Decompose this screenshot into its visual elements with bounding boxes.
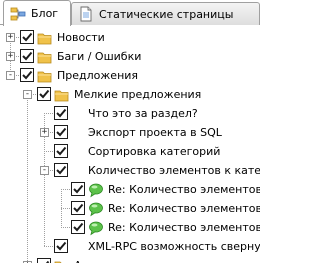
node-checkbox[interactable] [71, 182, 85, 196]
checkmark-icon [73, 222, 84, 232]
tree-node-label[interactable]: Re: Количество элементов [108, 220, 260, 235]
tree-node[interactable]: - Мелкие предложения [0, 85, 260, 104]
tree-node[interactable]: - Количество элементов к катег [0, 161, 260, 180]
checkmark-icon [73, 184, 84, 194]
tree-node-label[interactable]: Re: Количество элементов [108, 182, 260, 197]
checkmark-icon [22, 70, 33, 80]
tree-node[interactable]: Re: Количество элементов [0, 199, 260, 218]
node-checkbox[interactable] [20, 68, 34, 82]
tab-static-pages[interactable]: Статические страницы [71, 2, 260, 25]
comment-bubble-icon [88, 201, 104, 217]
node-checkbox[interactable] [37, 87, 51, 101]
folder-icon [54, 258, 70, 263]
tree-node-label[interactable]: Предложения [57, 68, 138, 83]
checkmark-icon [56, 127, 67, 137]
node-checkbox[interactable] [54, 163, 68, 177]
node-checkbox[interactable] [71, 220, 85, 234]
folder-icon [37, 30, 53, 46]
node-checkbox[interactable] [20, 30, 34, 44]
expand-plus-icon[interactable]: + [6, 33, 15, 42]
tree-node-label[interactable]: Экспорт проекта в SQL [88, 125, 222, 140]
tree-node[interactable]: Re: Количество элементов [0, 180, 260, 199]
tree-node[interactable]: Что это за раздел? [0, 104, 260, 123]
tree-node-label[interactable]: XML-RPC возможность свернут [88, 239, 260, 254]
tree-node-label[interactable]: Архив [74, 258, 109, 263]
checkmark-icon [73, 203, 84, 213]
tab-static-pages-label: Статические страницы [99, 7, 234, 21]
node-checkbox[interactable] [54, 239, 68, 253]
tab-blog[interactable]: Блог [3, 0, 71, 26]
folder-icon [37, 49, 53, 65]
page-icon [78, 6, 94, 22]
tree-node[interactable]: + Экспорт проекта в SQL [0, 123, 260, 142]
comment-bubble-icon [88, 220, 104, 236]
checkmark-icon [56, 146, 67, 156]
collapse-minus-icon[interactable]: - [23, 90, 32, 99]
node-checkbox[interactable] [54, 125, 68, 139]
tree-node-label[interactable]: Что это за раздел? [88, 106, 198, 121]
node-checkbox[interactable] [37, 258, 51, 263]
tree-node[interactable]: +Архив [0, 256, 260, 263]
tree-node[interactable]: + Баги / Ошибки [0, 47, 260, 66]
tree-node[interactable]: - Предложения [0, 66, 260, 85]
node-checkbox[interactable] [20, 49, 34, 63]
checkmark-icon [45, 260, 50, 263]
node-checkbox[interactable] [54, 144, 68, 158]
folder-tree-icon [10, 6, 26, 22]
checkmark-icon [56, 108, 67, 118]
checkmark-icon [22, 32, 33, 42]
tree-node-label[interactable]: Мелкие предложения [74, 87, 201, 102]
tree-node-label[interactable]: Новости [57, 30, 105, 45]
tree-node-label[interactable]: Количество элементов к катег [88, 163, 260, 178]
folder-icon [37, 68, 53, 84]
tree-node[interactable]: Re: Количество элементов [0, 218, 260, 237]
node-checkbox[interactable] [71, 201, 85, 215]
category-tree: + Новости + Баги / Ошибки - Предложения - Мелки… [0, 25, 260, 263]
expand-plus-icon[interactable]: + [6, 52, 15, 61]
tree-node-label[interactable]: Баги / Ошибки [57, 49, 141, 64]
checkmark-icon [39, 89, 50, 99]
checkmark-icon [56, 165, 67, 175]
collapse-minus-icon[interactable]: - [6, 71, 15, 80]
tree-node[interactable]: Сортировка категорий [0, 142, 260, 161]
comment-bubble-icon [88, 182, 104, 198]
checkmark-icon [22, 51, 33, 61]
tree-node-label[interactable]: Сортировка категорий [88, 144, 220, 159]
node-checkbox[interactable] [54, 106, 68, 120]
expand-plus-icon[interactable]: + [40, 128, 49, 137]
checkmark-icon [56, 241, 67, 251]
tree-node-label[interactable]: Re: Количество элементов [108, 201, 260, 216]
tab-blog-label: Блог [31, 7, 59, 20]
collapse-minus-icon[interactable]: - [40, 166, 49, 175]
tree-node[interactable]: + Новости [0, 28, 260, 47]
tab-strip: Блог Статические страницы [0, 0, 260, 26]
tree-node[interactable]: XML-RPC возможность свернут [0, 237, 260, 256]
folder-icon [54, 87, 70, 103]
